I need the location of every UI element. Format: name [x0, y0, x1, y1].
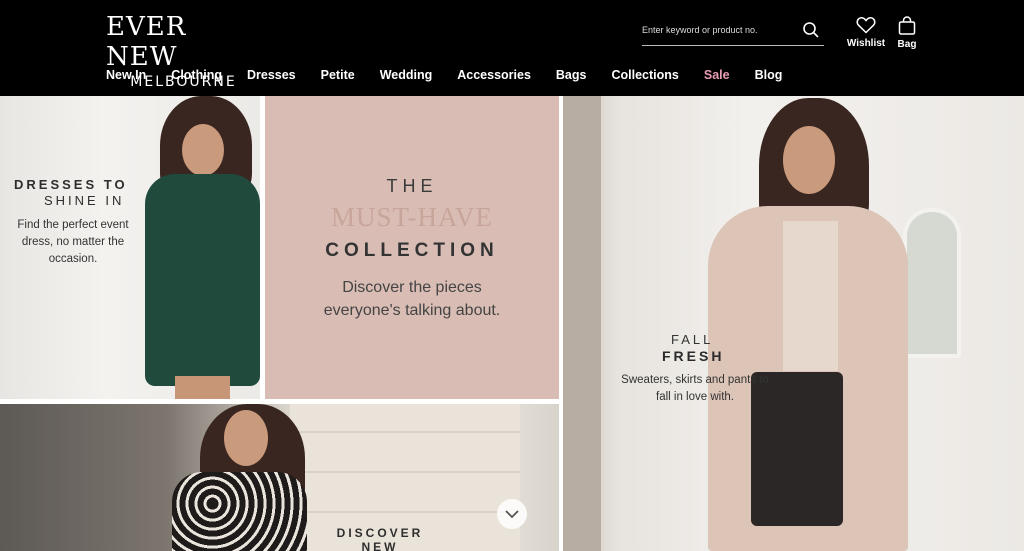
must-have-description: Discover the pieces everyone's talking a… — [323, 279, 501, 319]
window-arch — [903, 208, 961, 358]
site-header: EVER NEW MELBOURNE Wishlist Bag New In C… — [0, 0, 1024, 96]
must-have-the: THE — [386, 176, 438, 196]
wishlist-label: Wishlist — [846, 38, 886, 49]
model-dress — [145, 174, 260, 386]
search-box — [642, 16, 824, 46]
model-floral-top — [172, 472, 307, 551]
fall-title-line2: FRESH — [662, 348, 725, 364]
fall-description: Sweaters, skirts and pants to fall in lo… — [621, 374, 769, 403]
wishlist-button[interactable]: Wishlist — [843, 16, 889, 49]
dresses-promo-panel[interactable]: DRESSES TO SHINE IN Find the perfect eve… — [0, 96, 260, 399]
main-nav: New In Clothing Dresses Petite Wedding A… — [106, 68, 807, 82]
pillar — [563, 96, 601, 551]
brand-name: EVER NEW — [106, 12, 187, 72]
model-face — [224, 410, 268, 466]
model-sweater — [783, 221, 838, 371]
nav-item-blog[interactable]: Blog — [755, 68, 783, 82]
bag-button[interactable]: Bag — [893, 16, 921, 50]
nav-item-petite[interactable]: Petite — [321, 68, 355, 82]
heart-icon — [856, 17, 876, 34]
dresses-title-line1: DRESSES TO — [14, 177, 128, 192]
search-icon[interactable] — [802, 21, 820, 39]
discover-title: DISCOVER NEW — [336, 526, 424, 551]
dresses-description: Find the perfect event dress, no matter … — [17, 219, 129, 265]
bag-icon — [898, 16, 916, 35]
nav-item-wedding[interactable]: Wedding — [380, 68, 433, 82]
fall-fresh-panel[interactable]: FALL FRESH Sweaters, skirts and pants to… — [563, 96, 1024, 551]
nav-item-accessories[interactable]: Accessories — [457, 68, 531, 82]
nav-item-bags[interactable]: Bags — [556, 68, 587, 82]
bag-label: Bag — [897, 39, 917, 50]
discover-new-panel[interactable]: DISCOVER NEW — [0, 404, 559, 551]
dresses-title-line2: SHINE IN — [44, 193, 125, 208]
nav-item-dresses[interactable]: Dresses — [247, 68, 296, 82]
must-have-collection-panel[interactable]: THE MUST-HAVE COLLECTION Discover the pi… — [265, 96, 559, 399]
nav-item-collections[interactable]: Collections — [611, 68, 678, 82]
model-face — [783, 126, 835, 194]
must-have-collection: COLLECTION — [325, 240, 499, 261]
search-input[interactable] — [642, 16, 792, 44]
model-legs — [175, 376, 230, 399]
nav-item-clothing[interactable]: Clothing — [171, 68, 222, 82]
must-have-heading: MUST-HAVE — [330, 202, 494, 232]
model-face — [182, 124, 224, 176]
nav-item-sale[interactable]: Sale — [704, 68, 730, 82]
chevron-down-icon — [505, 510, 519, 519]
fall-title-line1: FALL — [671, 332, 714, 347]
scroll-down-button[interactable] — [497, 499, 527, 529]
nav-item-new-in[interactable]: New In — [106, 68, 146, 82]
